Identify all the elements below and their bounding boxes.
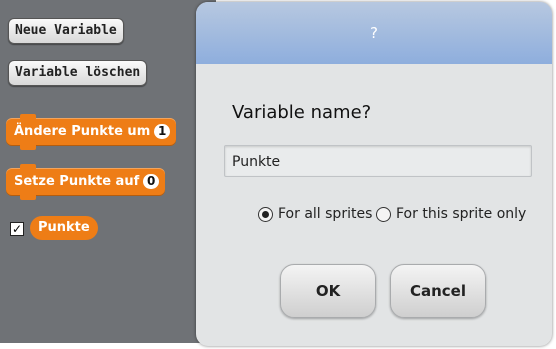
change-value-slot[interactable]: 1 xyxy=(154,124,171,139)
change-block-label: Ändere Punkte um xyxy=(14,124,151,139)
new-variable-button[interactable]: Neue Variable xyxy=(8,18,124,44)
radio-unselected-icon[interactable] xyxy=(376,207,391,222)
radio-all-sprites-label: For all sprites xyxy=(278,206,373,222)
block-tail xyxy=(20,195,36,200)
change-variable-block[interactable]: Ändere Punkte um 1 xyxy=(6,114,177,150)
variable-name-input[interactable]: Punkte xyxy=(224,145,532,177)
delete-variable-button[interactable]: Variable löschen xyxy=(8,60,148,86)
block-tail xyxy=(20,145,36,150)
ok-button[interactable]: OK xyxy=(280,264,376,318)
set-variable-block[interactable]: Setze Punkte auf 0 xyxy=(6,164,166,200)
block-palette: Neue Variable Variable löschen Ändere Pu… xyxy=(0,0,216,343)
set-value-slot[interactable]: 0 xyxy=(143,174,160,189)
dialog-title: ? xyxy=(370,24,378,42)
variable-name-prompt: Variable name? xyxy=(232,102,372,123)
block-notch xyxy=(20,164,36,169)
variable-visibility-checkbox[interactable]: ✓ xyxy=(10,222,24,236)
block-notch xyxy=(20,114,36,119)
new-variable-dialog: ? Variable name? Punkte For all sprites … xyxy=(196,2,552,346)
variable-reporter-block[interactable]: Punkte xyxy=(30,216,98,240)
radio-this-sprite-label: For this sprite only xyxy=(396,206,527,222)
cancel-button[interactable]: Cancel xyxy=(390,264,486,318)
dialog-titlebar[interactable]: ? xyxy=(196,2,552,64)
set-block-label: Setze Punkte auf xyxy=(14,174,140,189)
radio-selected-icon[interactable] xyxy=(258,207,273,222)
